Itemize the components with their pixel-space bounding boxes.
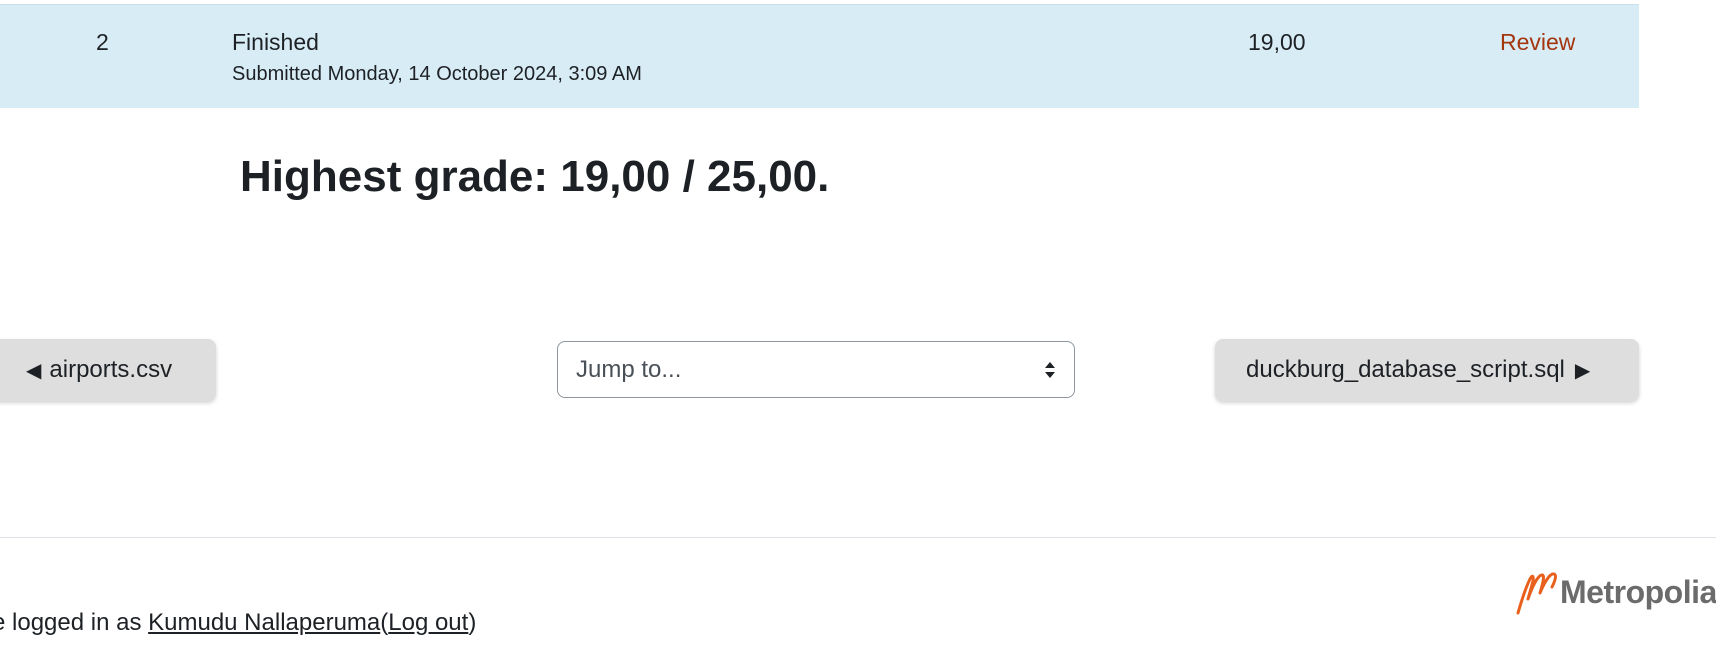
attempt-number: 2 — [96, 29, 109, 55]
review-link[interactable]: Review — [1500, 29, 1575, 56]
footer-divider — [0, 537, 1716, 538]
next-activity-button[interactable]: duckburg_database_script.sql ▶ — [1215, 339, 1639, 401]
attempt-grade: 19,00 — [1248, 29, 1306, 55]
attempt-state: Finished — [232, 29, 319, 55]
highest-grade-heading: Highest grade: 19,00 / 25,00. — [240, 152, 830, 201]
jump-to-select[interactable]: Jump to... — [557, 341, 1075, 398]
jump-to-placeholder: Jump to... — [576, 355, 682, 383]
quiz-summary-page: 2 Finished Submitted Monday, 14 October … — [0, 0, 1716, 648]
next-arrow-icon: ▶ — [1574, 359, 1591, 382]
attempt-row: 2 Finished Submitted Monday, 14 October … — [0, 4, 1639, 108]
previous-activity-label: airports.csv — [49, 356, 173, 383]
logo-wordmark: Metropolia — [1560, 573, 1716, 610]
close-paren: ) — [468, 609, 477, 636]
login-info: e logged in as Kumudu Nallaperuma(Log ou… — [0, 609, 476, 637]
attempt-submitted-date: Submitted Monday, 14 October 2024, 3:09 … — [232, 63, 642, 85]
previous-activity-button[interactable]: ◀ airports.csv — [0, 339, 216, 401]
next-activity-label: duckburg_database_script.sql — [1246, 356, 1565, 383]
logout-link[interactable]: Log out — [388, 609, 468, 636]
logged-in-prefix: e logged in as — [0, 609, 149, 636]
user-profile-link[interactable]: Kumudu Nallaperuma — [148, 609, 380, 636]
metropolia-logo-icon — [1516, 572, 1557, 615]
up-down-caret-icon — [1045, 362, 1055, 378]
metropolia-logo: Metropolia — [1514, 568, 1716, 616]
previous-arrow-icon: ◀ — [26, 359, 42, 382]
